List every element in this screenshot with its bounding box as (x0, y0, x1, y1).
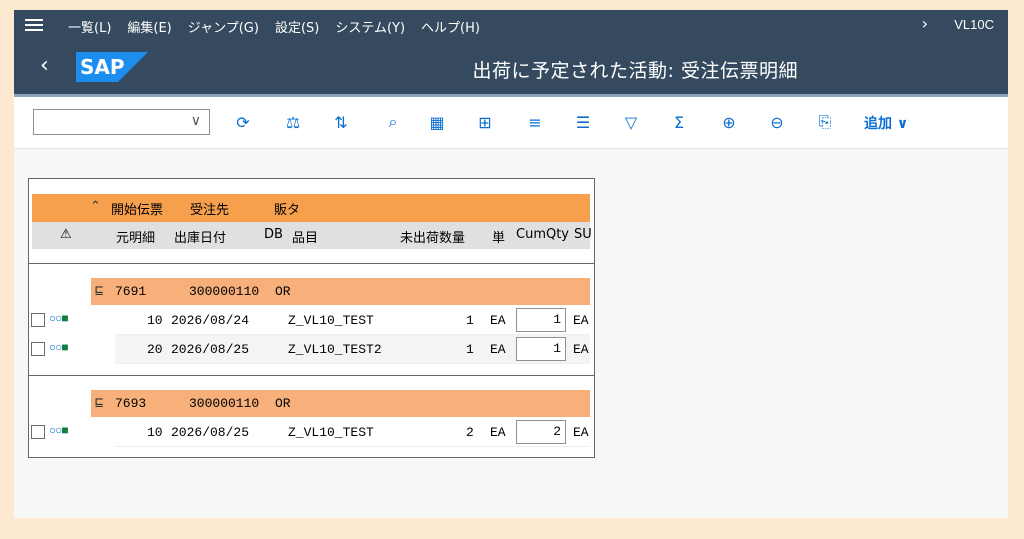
table-row[interactable]: ○○■ 10 2026/08/25 Z_VL10_TEST 2 EA 2 EA (29, 418, 594, 447)
filter-icon[interactable]: ▽ (620, 111, 642, 133)
row-open-qty: 2 (466, 425, 474, 440)
group-type: OR (275, 396, 291, 411)
chevron-right-icon[interactable]: › (922, 14, 928, 33)
row-unit: EA (490, 425, 506, 440)
row-material: Z_VL10_TEST (288, 425, 374, 440)
row-checkbox[interactable] (31, 313, 45, 327)
table-row[interactable]: ○○■ 20 2026/08/25 Z_VL10_TEST2 1 EA 1 EA (29, 335, 594, 364)
menu-system-item[interactable]: システム(Y) (335, 17, 405, 36)
sap-window: 一覧(L) 編集(E) ジャンプ(G) 設定(S) システム(Y) ヘルプ(H)… (14, 10, 1008, 518)
cum-qty-input[interactable]: 1 (516, 337, 566, 361)
row-su: EA (573, 342, 589, 357)
toolbar: ∨ ⟳ ⚖ ⇅ ⌕ ▦ ⊞ ≡ ☰ ▽ Σ ⊕ ⊖ ⎘ 追加 ∨ (14, 97, 1008, 149)
collapse-icon[interactable]: ⌃ (90, 199, 101, 214)
cum-qty-input[interactable]: 1 (516, 308, 566, 332)
group-customer: 300000110 (189, 396, 260, 411)
export-icon[interactable]: ⎘ (814, 111, 836, 133)
separator (29, 263, 594, 264)
menu-goto-item[interactable]: ジャンプ(G) (188, 17, 259, 36)
row-date: 2026/08/25 (171, 425, 250, 440)
row-checkbox[interactable] (31, 425, 45, 439)
menu-bar: 一覧(L) 編集(E) ジャンプ(G) 設定(S) システム(Y) ヘルプ(H)… (14, 10, 1008, 40)
sap-logo-text: SAP (80, 55, 125, 79)
folder-icon: ⊑ (95, 396, 104, 412)
refresh-icon[interactable]: ⟳ (232, 111, 254, 133)
warning-icon: ⚠ (60, 227, 72, 242)
row-su: EA (573, 313, 589, 328)
row-date: 2026/08/24 (171, 313, 250, 328)
add-row-icon[interactable]: ⊕ (718, 111, 740, 133)
chevron-down-icon: ∨ (190, 113, 201, 129)
separator (29, 375, 594, 376)
hamburger-icon[interactable] (25, 19, 43, 31)
layout-icon[interactable]: ▦ (426, 111, 448, 133)
row-unit: EA (490, 313, 506, 328)
delete-row-icon[interactable]: ⊖ (766, 111, 788, 133)
sap-logo: SAP (76, 52, 148, 82)
menu-settings-item[interactable]: 設定(S) (275, 17, 319, 36)
status-lights-icon: ○○■ (49, 312, 69, 326)
row-open-qty: 1 (466, 313, 474, 328)
col-start-doc[interactable]: 開始伝票 (111, 199, 163, 218)
row-item: 20 (147, 342, 163, 357)
col-cum-qty[interactable]: CumQty (516, 227, 569, 242)
col-db[interactable]: DB (264, 227, 283, 242)
row-date: 2026/08/25 (171, 342, 250, 357)
zoom-icon[interactable]: ⌕ (382, 111, 404, 133)
table-row[interactable]: ○○■ 10 2026/08/24 Z_VL10_TEST 1 EA 1 EA (29, 306, 594, 335)
row-item: 10 (147, 313, 163, 328)
grid-icon[interactable]: ⊞ (474, 111, 496, 133)
sum-icon[interactable]: Σ (668, 111, 690, 133)
row-checkbox[interactable] (31, 342, 45, 356)
col-unit[interactable]: 単 (492, 227, 505, 246)
row-su: EA (573, 425, 589, 440)
col-sales-org[interactable]: 販タ (274, 199, 300, 218)
folder-icon: ⊑ (95, 284, 104, 300)
group-header[interactable]: ⊑ 7693 300000110 OR (91, 390, 590, 417)
row-material: Z_VL10_TEST2 (288, 342, 382, 357)
status-lights-icon: ○○■ (49, 341, 69, 355)
sort-icon[interactable]: ⇅ (330, 111, 352, 133)
align-icon[interactable]: ≡ (524, 111, 546, 133)
col-date[interactable]: 出庫日付 (174, 227, 226, 246)
header-row-1: ⌃ 開始伝票 受注先 販タ (32, 194, 590, 222)
menu-help-item[interactable]: ヘルプ(H) (421, 17, 480, 36)
alv-table: ⌃ 開始伝票 受注先 販タ ⚠ 元明細 出庫日付 DB 品目 未出荷数量 単 C… (28, 178, 595, 458)
balance-icon[interactable]: ⚖ (282, 111, 304, 133)
col-material[interactable]: 品目 (292, 227, 318, 246)
row-unit: EA (490, 342, 506, 357)
row-open-qty: 1 (466, 342, 474, 357)
transaction-code: VL10C (954, 17, 994, 32)
menu-list: 一覧(L) 編集(E) ジャンプ(G) 設定(S) システム(Y) ヘルプ(H) (68, 17, 480, 36)
title-bar: ‹ SAP 出荷に予定された活動: 受注伝票明細 (14, 40, 1008, 94)
group-doc: 7691 (115, 284, 147, 299)
col-open-qty[interactable]: 未出荷数量 (400, 227, 465, 246)
col-su[interactable]: SU (574, 227, 592, 242)
group-doc: 7693 (115, 396, 147, 411)
group-header[interactable]: ⊑ 7691 300000110 OR (91, 278, 590, 305)
group-type: OR (275, 284, 291, 299)
header-row-2: ⚠ 元明細 出庫日付 DB 品目 未出荷数量 単 CumQty SU (32, 222, 592, 249)
page-title: 出荷に予定された活動: 受注伝票明細 (472, 60, 798, 82)
back-icon[interactable]: ‹ (40, 53, 49, 78)
group-customer: 300000110 (189, 284, 260, 299)
status-lights-icon: ○○■ (49, 424, 69, 438)
menu-list-item[interactable]: 一覧(L) (68, 17, 111, 36)
col-sold-to[interactable]: 受注先 (190, 199, 229, 218)
more-menu-button[interactable]: 追加 ∨ (864, 113, 908, 133)
row-material: Z_VL10_TEST (288, 313, 374, 328)
cum-qty-input[interactable]: 2 (516, 420, 566, 444)
col-item[interactable]: 元明細 (116, 227, 155, 246)
row-item: 10 (147, 425, 163, 440)
layout-dropdown[interactable]: ∨ (33, 109, 210, 135)
filter-lines-icon[interactable]: ☰ (572, 111, 594, 133)
menu-edit-item[interactable]: 編集(E) (127, 17, 171, 36)
